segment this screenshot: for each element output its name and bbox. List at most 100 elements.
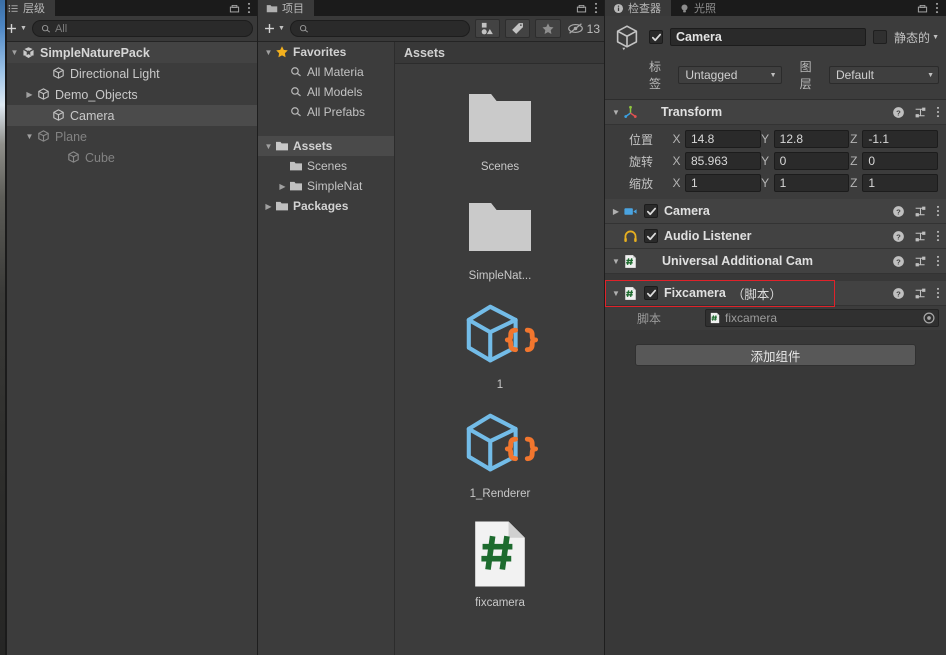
asset-item[interactable]: 1 (430, 300, 570, 391)
search-icon (41, 24, 51, 34)
csharp-script-icon (469, 518, 531, 590)
asset-item[interactable]: SimpleNat... (430, 191, 570, 282)
component-enabled-checkbox[interactable] (644, 229, 658, 243)
component-header[interactable]: ▶ Camera? (605, 199, 946, 224)
chevron-expand-icon[interactable]: ▼ (609, 108, 623, 117)
component-header-transform[interactable]: ▼ Transform ? (605, 100, 946, 125)
kebab-menu-icon[interactable] (247, 2, 251, 14)
help-icon[interactable]: ? (892, 205, 905, 218)
type-filter-icon[interactable] (474, 19, 501, 38)
help-icon[interactable]: ? (892, 106, 905, 119)
component-actions: ? (886, 255, 940, 268)
transform-input-z[interactable]: -1.1 (862, 130, 939, 148)
preset-icon[interactable] (914, 287, 927, 300)
help-icon[interactable]: ? (892, 255, 905, 268)
search-icon (289, 105, 303, 119)
hierarchy-item[interactable]: ▼ Plane (0, 126, 258, 147)
tag-dropdown[interactable]: Untagged ▼ (678, 66, 782, 84)
project-tree-item[interactable]: ▶ Scenes (258, 156, 394, 176)
kebab-menu-icon[interactable] (594, 2, 598, 14)
preset-icon[interactable] (914, 255, 927, 268)
hierarchy-search-text: All (54, 22, 68, 35)
chevron-down-icon[interactable]: ▼ (262, 142, 275, 151)
transform-input-x[interactable]: 14.8 (685, 130, 761, 148)
transform-input-x[interactable]: 85.963 (685, 152, 761, 170)
hidden-assets-toggle[interactable]: 13 (567, 22, 600, 36)
tab-inspector[interactable]: 检查器 (605, 0, 671, 16)
transform-input-z[interactable]: 0 (862, 152, 939, 170)
transform-input-z[interactable]: 1 (862, 174, 939, 192)
preset-icon[interactable] (914, 230, 927, 243)
lock-icon[interactable] (576, 3, 587, 14)
axis-label-z: Z (850, 132, 858, 146)
asset-item[interactable]: Scenes (430, 82, 570, 173)
project-add-button[interactable]: ▼ (263, 22, 285, 35)
chevron-right-icon[interactable]: ▶ (262, 202, 275, 211)
inspector-tab-icons (917, 0, 946, 16)
transform-row-label: 旋转 (629, 154, 654, 169)
script-object-field[interactable]: fixcamera (705, 309, 939, 327)
chevron-right-icon[interactable]: ▶ (609, 207, 623, 216)
transform-input-y[interactable]: 12.8 (773, 130, 850, 148)
layer-dropdown[interactable]: Default ▼ (828, 66, 940, 84)
object-active-checkbox[interactable] (649, 30, 663, 44)
kebab-menu-icon[interactable] (936, 287, 940, 299)
transform-input-x[interactable]: 1 (685, 174, 761, 192)
project-tree-item[interactable]: ▶ All Prefabs (258, 102, 394, 122)
component-header[interactable]: ▼ Universal Additional Cam? (605, 249, 946, 274)
project-tree-item[interactable]: ▶ All Models (258, 82, 394, 102)
chevron-down-icon[interactable]: ▼ (262, 48, 275, 57)
component-enabled-checkbox[interactable] (644, 286, 658, 300)
transform-input-y[interactable]: 0 (773, 152, 850, 170)
preset-icon[interactable] (914, 106, 927, 119)
chevron-right-icon[interactable]: ▶ (23, 90, 36, 99)
lock-icon[interactable] (917, 3, 928, 14)
project-tree-item[interactable]: ▶ Packages (258, 196, 394, 216)
chevron-right-icon[interactable]: ▶ (276, 182, 289, 191)
chevron-down-icon[interactable]: ▼ (609, 257, 623, 266)
tab-hierarchy[interactable]: 层级 (0, 0, 55, 16)
hierarchy-item[interactable]: ▶ Demo_Objects (0, 84, 258, 105)
splitter-hierarchy-project[interactable] (257, 0, 258, 655)
static-checkbox[interactable] (873, 30, 888, 44)
hierarchy-item[interactable]: ▶ Directional Light (0, 63, 258, 84)
object-picker-icon[interactable] (922, 311, 936, 325)
project-tree-item[interactable]: ▶ SimpleNat (258, 176, 394, 196)
component-header[interactable]: ▶ Audio Listener? (605, 224, 946, 249)
add-component-button[interactable]: 添加组件 (635, 344, 916, 366)
lock-icon[interactable] (229, 3, 240, 14)
component-enabled-checkbox[interactable] (644, 204, 658, 218)
kebab-menu-icon[interactable] (935, 2, 939, 14)
kebab-menu-icon[interactable] (936, 255, 940, 267)
tab-project[interactable]: 项目 (258, 0, 314, 16)
asset-item[interactable]: 1_Renderer (430, 409, 570, 500)
project-tree-item[interactable]: ▶ All Materia (258, 62, 394, 82)
hierarchy-item[interactable]: ▶ Camera (0, 105, 258, 126)
add-component-wrap: 添加组件 (605, 330, 946, 366)
preset-icon[interactable] (914, 205, 927, 218)
help-icon[interactable]: ? (892, 230, 905, 243)
hierarchy-item[interactable]: ▶ Cube (0, 147, 258, 168)
help-icon[interactable]: ? (892, 287, 905, 300)
project-tree-item[interactable]: ▼ Assets (258, 136, 394, 156)
kebab-menu-icon[interactable] (936, 230, 940, 242)
object-name-field[interactable]: Camera (670, 28, 867, 46)
hierarchy-add-button[interactable]: ▼ (5, 22, 27, 35)
component-header[interactable]: ▼ Fixcamera （脚本）? (605, 280, 946, 307)
transform-input-y[interactable]: 1 (773, 174, 850, 192)
static-label-group[interactable]: 静态的 ▼ (894, 29, 939, 46)
project-search-input[interactable] (289, 20, 470, 37)
eye-slash-icon (567, 22, 584, 35)
tab-lighting[interactable]: 光照 (671, 0, 726, 16)
kebab-menu-icon[interactable] (936, 205, 940, 217)
chevron-down-icon[interactable]: ▼ (8, 48, 21, 57)
asset-item[interactable]: fixcamera (430, 518, 570, 609)
chevron-down-icon[interactable]: ▼ (23, 132, 36, 141)
chevron-down-icon[interactable]: ▼ (609, 289, 623, 298)
hierarchy-search-input[interactable]: All (31, 20, 253, 37)
kebab-menu-icon[interactable] (936, 106, 940, 118)
label-filter-icon[interactable] (505, 19, 531, 38)
splitter-project-inspector[interactable] (604, 0, 605, 655)
favorites-star-icon[interactable] (535, 19, 561, 38)
project-tree-item[interactable]: ▼ Favorites (258, 42, 394, 62)
